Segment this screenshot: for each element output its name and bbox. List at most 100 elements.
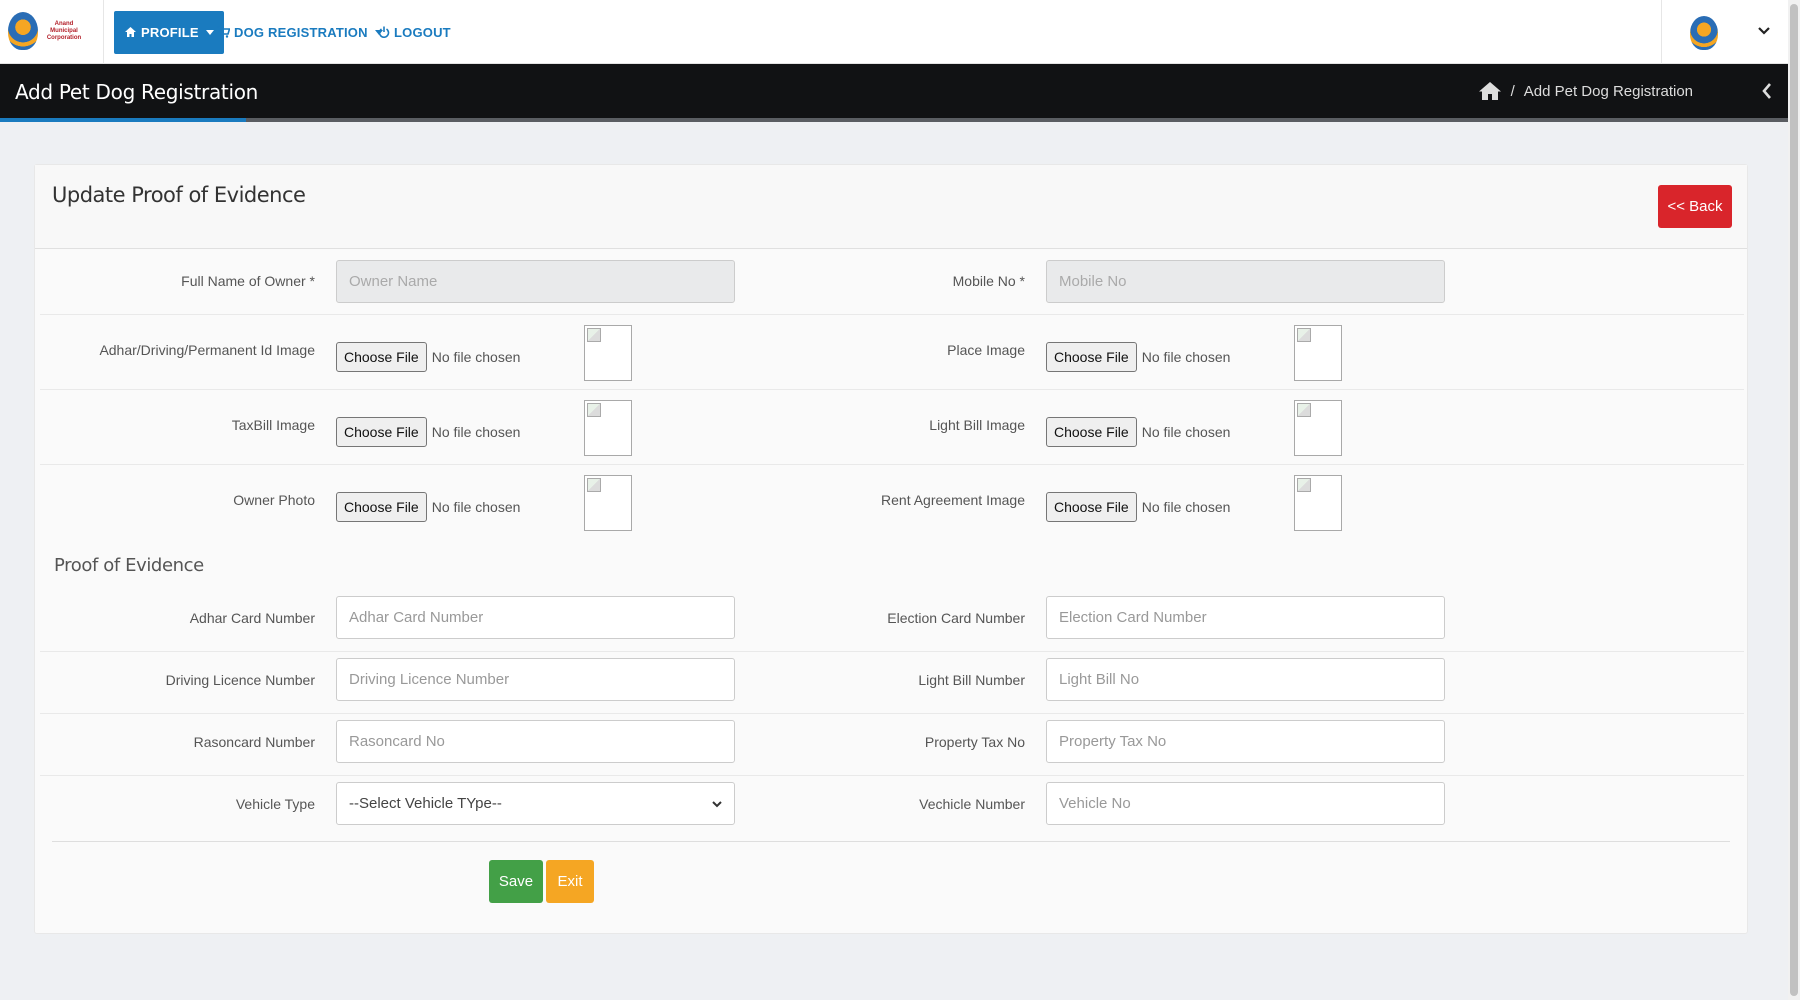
chevron-down-icon: [712, 796, 722, 811]
nav-logout-label: LOGOUT: [394, 25, 451, 40]
light-bill-number-input[interactable]: Light Bill No: [1046, 658, 1445, 701]
file-status: No file chosen: [1141, 424, 1231, 440]
page: Anand Municipal Corporation PROFILE DOG …: [0, 0, 1800, 1000]
owner-name-input[interactable]: Owner Name: [336, 260, 735, 303]
vertical-scrollbar[interactable]: [1788, 0, 1800, 1000]
broken-image-icon: [1297, 478, 1311, 492]
broken-image-icon: [1297, 403, 1311, 417]
choose-file-button[interactable]: Choose File: [1046, 492, 1137, 522]
evidence-row-driving-lightbill: Driving Licence Number Driving Licence N…: [40, 652, 1744, 714]
owner-photo-preview: [584, 475, 632, 531]
light-bill-image-label: Light Bill Image: [929, 417, 1025, 433]
home-icon[interactable]: [1478, 81, 1502, 101]
cart-icon: [217, 25, 231, 40]
id-image-file-input[interactable]: Choose File No file chosen: [336, 342, 520, 372]
file-row-owner-rent: Owner Photo Choose File No file chosen R…: [40, 465, 1744, 540]
back-button[interactable]: << Back: [1658, 185, 1732, 228]
logo[interactable]: Anand Municipal Corporation: [8, 8, 88, 54]
save-button[interactable]: Save: [489, 860, 543, 903]
vehicle-number-label: Vechicle Number: [919, 796, 1025, 812]
vehicle-number-input[interactable]: Vehicle No: [1046, 782, 1445, 825]
home-icon: [124, 26, 137, 40]
file-row-taxbill-lightbill: TaxBill Image Choose File No file chosen…: [40, 390, 1744, 465]
proof-of-evidence-card: Update Proof of Evidence << Back Full Na…: [34, 164, 1748, 934]
broken-image-icon: [1297, 328, 1311, 342]
choose-file-button[interactable]: Choose File: [1046, 417, 1137, 447]
choose-file-button[interactable]: Choose File: [1046, 342, 1137, 372]
adhar-card-number-label: Adhar Card Number: [189, 610, 315, 626]
breadcrumb: / Add Pet Dog Registration: [1478, 81, 1693, 101]
chevron-left-icon[interactable]: [1762, 82, 1772, 105]
file-status: No file chosen: [431, 349, 521, 365]
scrollbar-thumb[interactable]: [1790, 4, 1798, 996]
owner-photo-label: Owner Photo: [233, 492, 315, 508]
logo-text: Anand Municipal Corporation: [46, 20, 82, 41]
taxbill-image-label: TaxBill Image: [231, 417, 315, 433]
card-header: Update Proof of Evidence << Back: [35, 165, 1747, 249]
title-underline: [0, 118, 246, 122]
user-menu-divider: [1661, 0, 1662, 64]
rasoncard-number-input[interactable]: Rasoncard No: [336, 720, 735, 763]
breadcrumb-separator: /: [1510, 82, 1515, 100]
file-status: No file chosen: [1141, 499, 1231, 515]
election-card-number-input[interactable]: Election Card Number: [1046, 596, 1445, 639]
driving-licence-number-label: Driving Licence Number: [165, 672, 315, 688]
mobile-no-input[interactable]: Mobile No: [1046, 260, 1445, 303]
nav-logout[interactable]: LOGOUT: [368, 11, 461, 54]
light-bill-number-label: Light Bill Number: [918, 672, 1025, 688]
id-image-label: Adhar/Driving/Permanent Id Image: [99, 342, 315, 358]
exit-button[interactable]: Exit: [546, 860, 594, 903]
file-row-id-place: Adhar/Driving/Permanent Id Image Choose …: [40, 315, 1744, 390]
evidence-row-rasoncard-propertytax: Rasoncard Number Rasoncard No Property T…: [40, 714, 1744, 776]
chevron-down-icon[interactable]: [1758, 22, 1770, 38]
place-image-file-input[interactable]: Choose File No file chosen: [1046, 342, 1230, 372]
rent-agreement-image-file-input[interactable]: Choose File No file chosen: [1046, 492, 1230, 522]
broken-image-icon: [587, 478, 601, 492]
vehicle-type-selected-value: --Select Vehicle TYpe--: [349, 795, 502, 812]
breadcrumb-current: Add Pet Dog Registration: [1523, 82, 1693, 100]
power-icon: [378, 26, 390, 40]
owner-row: Full Name of Owner * Owner Name Mobile N…: [40, 249, 1744, 315]
property-tax-no-input[interactable]: Property Tax No: [1046, 720, 1445, 763]
rent-agreement-image-preview: [1294, 475, 1342, 531]
election-card-number-label: Election Card Number: [887, 610, 1025, 626]
choose-file-button[interactable]: Choose File: [336, 342, 427, 372]
nav-dog-registration-label: DOG REGISTRATION: [234, 25, 368, 40]
page-title-bar: Add Pet Dog Registration / Add Pet Dog R…: [0, 64, 1788, 122]
nav-dog-registration-menu[interactable]: DOG REGISTRATION: [207, 11, 393, 54]
broken-image-icon: [587, 403, 601, 417]
title-rule: [246, 118, 1788, 122]
card-title: Update Proof of Evidence: [52, 183, 306, 207]
adhar-card-number-input[interactable]: Adhar Card Number: [336, 596, 735, 639]
logo-divider: [103, 0, 104, 64]
full-name-label: Full Name of Owner *: [181, 273, 315, 289]
form-footer-divider: [52, 841, 1730, 842]
broken-image-icon: [587, 328, 601, 342]
top-navbar: Anand Municipal Corporation PROFILE DOG …: [0, 0, 1788, 64]
taxbill-image-file-input[interactable]: Choose File No file chosen: [336, 417, 520, 447]
choose-file-button[interactable]: Choose File: [336, 417, 427, 447]
file-status: No file chosen: [431, 424, 521, 440]
file-status: No file chosen: [1141, 349, 1231, 365]
property-tax-no-label: Property Tax No: [924, 734, 1025, 750]
file-status: No file chosen: [431, 499, 521, 515]
taxbill-image-preview: [584, 400, 632, 456]
vehicle-type-label: Vehicle Type: [235, 796, 315, 812]
choose-file-button[interactable]: Choose File: [336, 492, 427, 522]
vehicle-type-select[interactable]: --Select Vehicle TYpe--: [336, 782, 735, 825]
light-bill-image-preview: [1294, 400, 1342, 456]
vehicle-row: Vehicle Type --Select Vehicle TYpe-- Vec…: [40, 776, 1744, 838]
driving-licence-number-input[interactable]: Driving Licence Number: [336, 658, 735, 701]
nav-profile-label: PROFILE: [141, 25, 199, 40]
id-image-preview: [584, 325, 632, 381]
page-title: Add Pet Dog Registration: [15, 80, 259, 104]
place-image-label: Place Image: [947, 342, 1025, 358]
rasoncard-number-label: Rasoncard Number: [193, 734, 315, 750]
mobile-no-label: Mobile No *: [952, 273, 1025, 289]
logo-emblem-icon: [8, 12, 38, 50]
evidence-row-adhar-election: Adhar Card Number Adhar Card Number Elec…: [40, 590, 1744, 652]
owner-photo-file-input[interactable]: Choose File No file chosen: [336, 492, 520, 522]
light-bill-image-file-input[interactable]: Choose File No file chosen: [1046, 417, 1230, 447]
place-image-preview: [1294, 325, 1342, 381]
avatar[interactable]: [1690, 16, 1718, 50]
